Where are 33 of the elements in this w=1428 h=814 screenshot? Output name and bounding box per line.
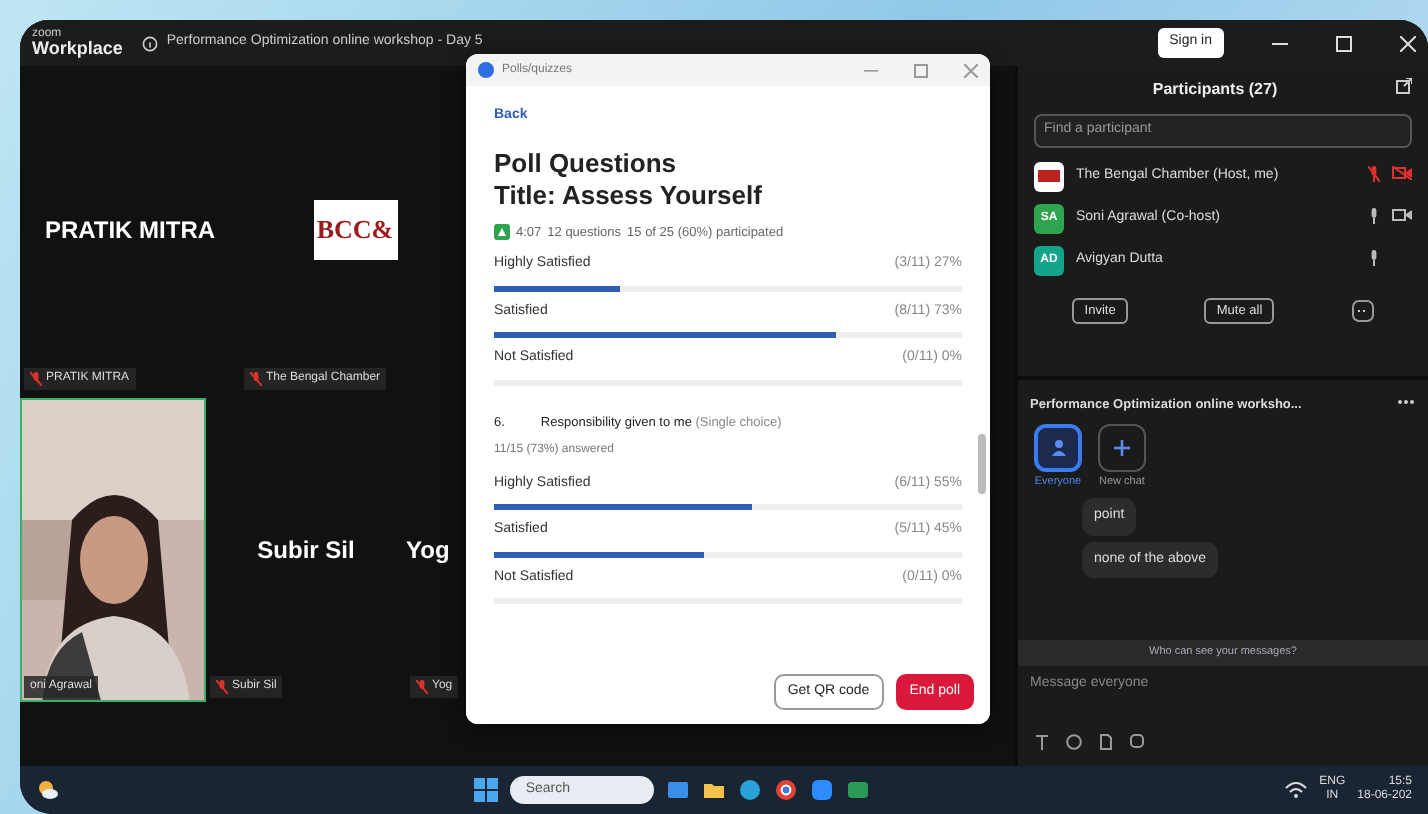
poll-title: Title: Assess Yourself: [494, 179, 764, 211]
chat-app-icon[interactable]: [845, 778, 870, 802]
participant-name: Subir Sil: [257, 534, 355, 568]
emoji-icon[interactable]: [1066, 734, 1082, 750]
plus-icon: [1114, 439, 1130, 456]
poll-heading: Poll Questions: [494, 147, 679, 179]
screenshot-icon[interactable]: [1130, 734, 1146, 750]
text-format-icon[interactable]: [1034, 734, 1050, 750]
scrollbar[interactable]: [978, 434, 986, 494]
more-icon[interactable]: [1396, 396, 1416, 408]
timer-icon: [494, 223, 510, 240]
participants-title: Participants (27): [1152, 78, 1278, 102]
wifi-icon[interactable]: [1283, 778, 1308, 802]
participant-name: Yog: [406, 534, 450, 568]
weather-icon[interactable]: [36, 778, 60, 802]
muted-mic-icon[interactable]: [1368, 165, 1380, 182]
info-icon[interactable]: [142, 35, 159, 51]
taskbar-app-icon[interactable]: [665, 778, 690, 802]
organization-avatar: [1034, 161, 1064, 191]
more-icon[interactable]: [1351, 299, 1374, 322]
participant-name: PRATIK MITRA: [44, 214, 216, 248]
video-icon[interactable]: [1392, 208, 1412, 223]
folder-icon[interactable]: [701, 778, 726, 802]
organization-logo: BCC&: [313, 200, 397, 260]
mic-icon[interactable]: [1368, 249, 1380, 266]
person-icon: [1049, 438, 1067, 457]
browser-icon[interactable]: [737, 778, 762, 802]
video-off-icon[interactable]: [1392, 166, 1412, 181]
mic-icon[interactable]: [1368, 207, 1380, 224]
start-icon[interactable]: [473, 778, 498, 802]
app-name: Workplace: [32, 40, 123, 58]
file-icon[interactable]: [1098, 734, 1114, 750]
pop-out-icon[interactable]: [1396, 78, 1412, 94]
